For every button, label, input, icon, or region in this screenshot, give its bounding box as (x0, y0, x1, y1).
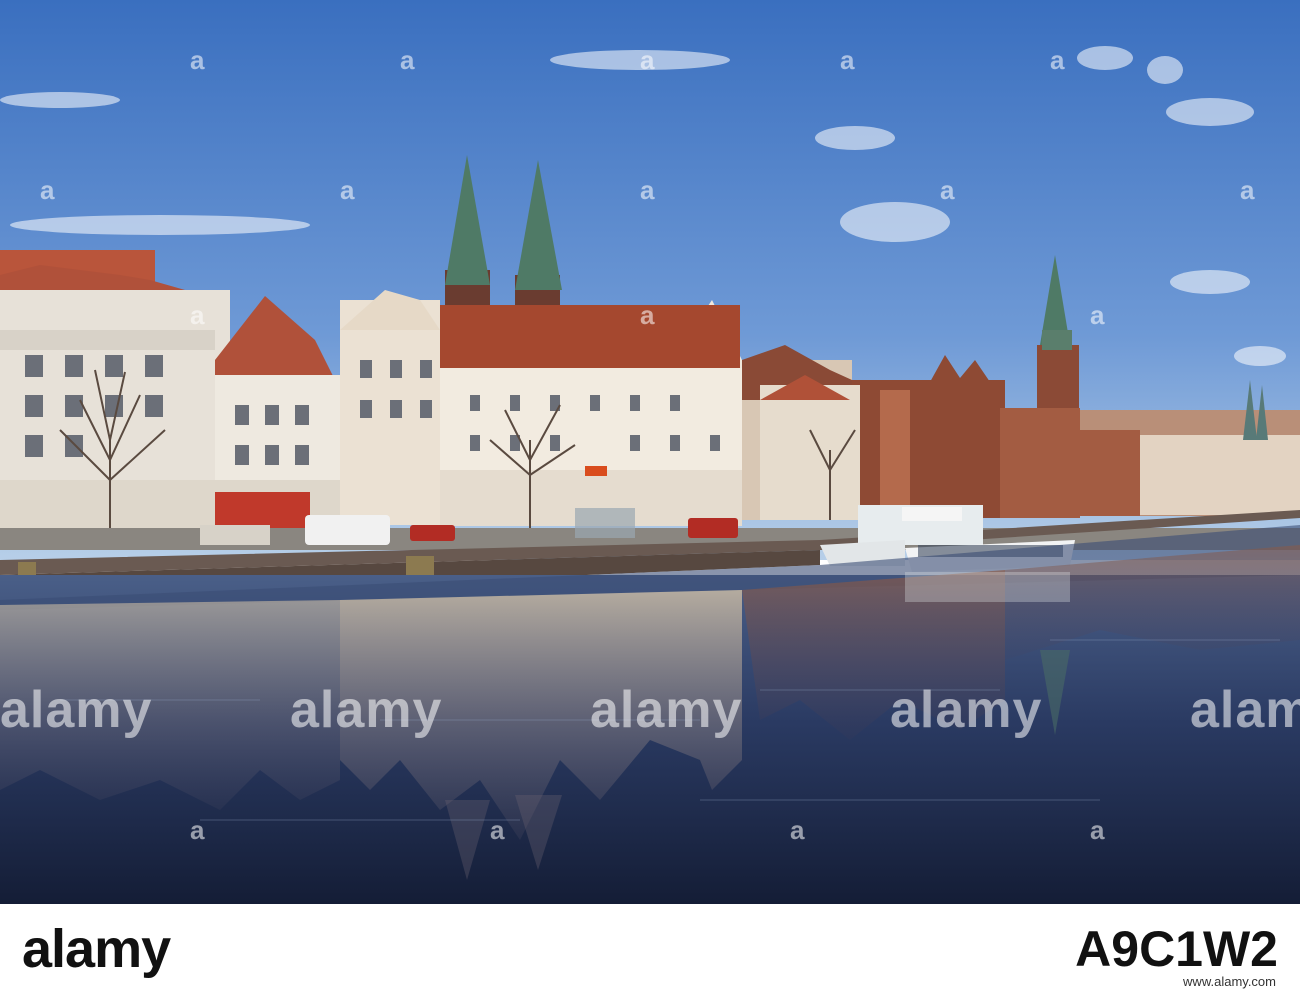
brand-logo: alamy (22, 919, 171, 979)
footer-url: www.alamy.com (1183, 974, 1276, 989)
image-id: A9C1W2 (1075, 921, 1278, 977)
photo: a a a a a a a a a a a a a alamy alamy al… (0, 0, 1300, 904)
gable-houses (742, 345, 860, 520)
footer-bar: alamy A9C1W2 www.alamy.com (0, 904, 1300, 994)
scene (0, 0, 1300, 904)
